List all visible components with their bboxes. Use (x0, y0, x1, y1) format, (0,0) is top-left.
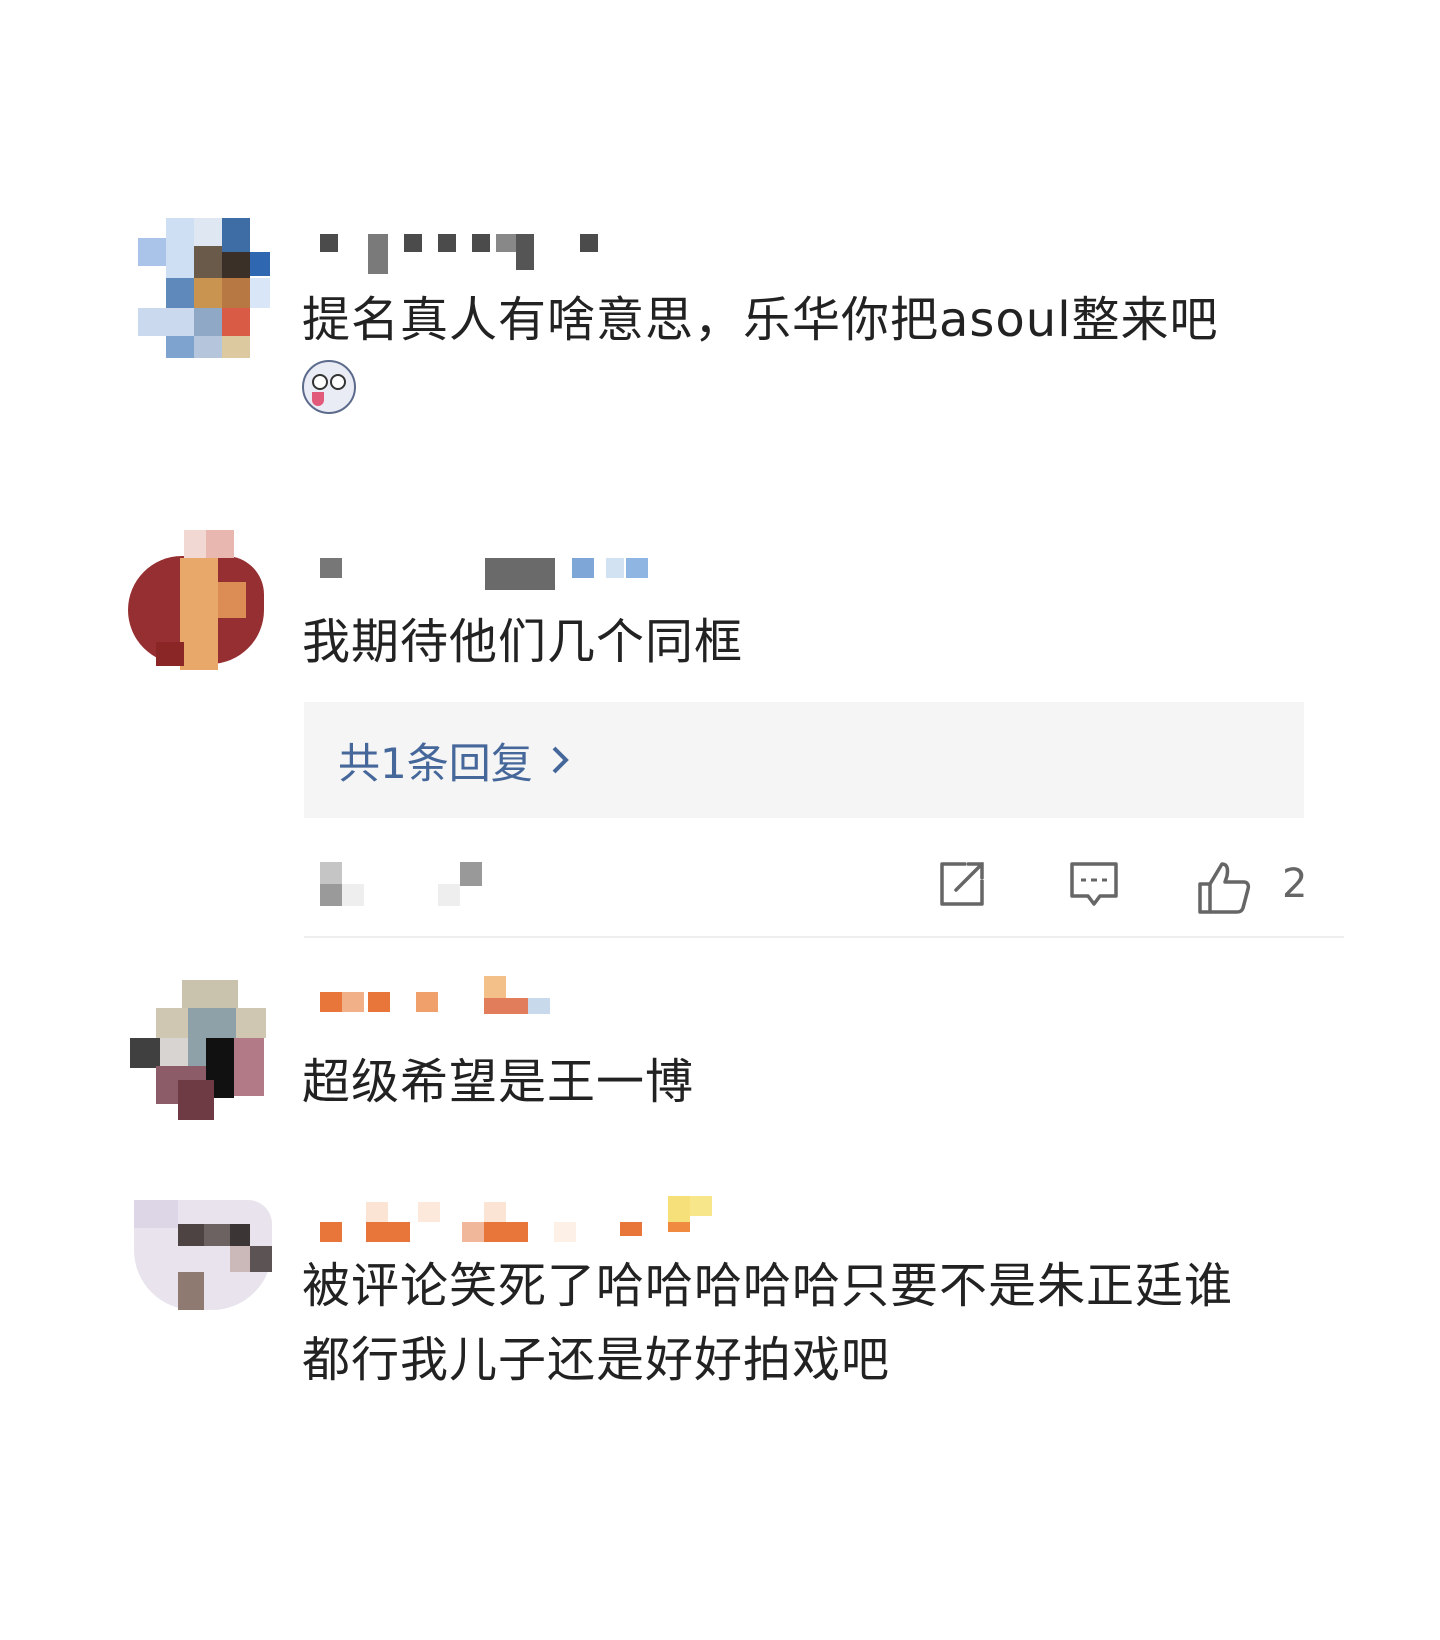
comment-text: 我期待他们几个同框 (302, 614, 744, 670)
comment-text: 被评论笑死了哈哈哈哈哈只要不是朱正廷谁 (302, 1258, 1234, 1314)
username-blurred[interactable] (320, 1196, 720, 1242)
username-blurred[interactable] (320, 230, 610, 274)
divider (304, 936, 1344, 938)
like-button[interactable] (1196, 860, 1252, 920)
replies-count-label: 共1条回复 (338, 738, 533, 788)
avatar[interactable] (138, 218, 278, 358)
comment-text: 超级希望是王一博 (302, 1054, 695, 1110)
comment-button[interactable] (1068, 860, 1120, 912)
avatar[interactable] (128, 980, 268, 1120)
username-blurred[interactable] (320, 554, 650, 594)
comment-text: 提名真人有啥意思，乐华你把asoul整来吧 (302, 292, 1219, 348)
timestamp-blurred (320, 862, 500, 912)
avatar[interactable] (134, 1200, 274, 1340)
chevron-right-icon (552, 746, 569, 774)
avatar[interactable] (128, 530, 268, 670)
share-button[interactable] (936, 860, 988, 912)
username-blurred[interactable] (320, 976, 580, 1020)
comment-text-continued: 都行我儿子还是好好拍戏吧 (302, 1332, 891, 1388)
thumbs-up-icon (1198, 862, 1251, 914)
comment-icon (1070, 862, 1118, 906)
like-count: 2 (1282, 861, 1308, 907)
replies-box[interactable]: 共1条回复 (304, 702, 1304, 818)
view-replies-link[interactable]: 共1条回复 (338, 730, 569, 791)
share-icon (940, 862, 984, 906)
husky-emoji-icon (302, 360, 356, 414)
